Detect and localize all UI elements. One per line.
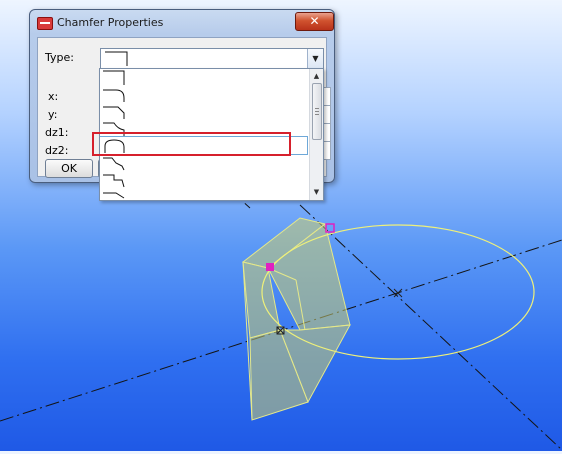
list-item[interactable]: [100, 86, 307, 103]
dialog-title: Chamfer Properties: [57, 16, 164, 29]
selected-type-icon: [105, 51, 128, 66]
selection-highlight-box: [92, 132, 291, 156]
list-item[interactable]: [100, 103, 307, 120]
list-item[interactable]: [100, 154, 307, 171]
close-button[interactable]: ✕: [295, 12, 334, 31]
corner-step-icon: [103, 174, 125, 188]
type-combobox[interactable]: ▼: [100, 48, 324, 69]
list-item[interactable]: [100, 188, 307, 200]
handle-point-magenta: [266, 263, 274, 271]
dialog-titlebar[interactable]: Chamfer Properties ✕: [30, 10, 334, 36]
ok-button[interactable]: OK: [45, 159, 93, 178]
scroll-down-icon[interactable]: ▼: [311, 187, 322, 198]
chevron-down-icon[interactable]: ▼: [307, 49, 323, 68]
corner-round-icon: [103, 89, 125, 102]
corner-zigzag-icon: [103, 157, 125, 171]
dropdown-scrollbar[interactable]: ▲ ▼: [309, 69, 323, 200]
selected-part: [241, 217, 351, 421]
list-item[interactable]: [100, 69, 307, 86]
corner-square-icon: [103, 70, 125, 85]
dz2-label: dz2:: [45, 144, 69, 157]
scroll-thumb[interactable]: [312, 83, 322, 140]
x-label: x:: [48, 90, 59, 103]
corner-chamfer-icon: [103, 106, 125, 119]
scroll-up-icon[interactable]: ▲: [311, 71, 322, 82]
dz1-label: dz1:: [45, 126, 69, 139]
corner-angle-icon: [103, 192, 125, 199]
app-logo-icon: [37, 17, 53, 30]
y-label: y:: [48, 108, 58, 121]
type-label: Type:: [45, 51, 74, 64]
list-item[interactable]: [100, 171, 307, 188]
